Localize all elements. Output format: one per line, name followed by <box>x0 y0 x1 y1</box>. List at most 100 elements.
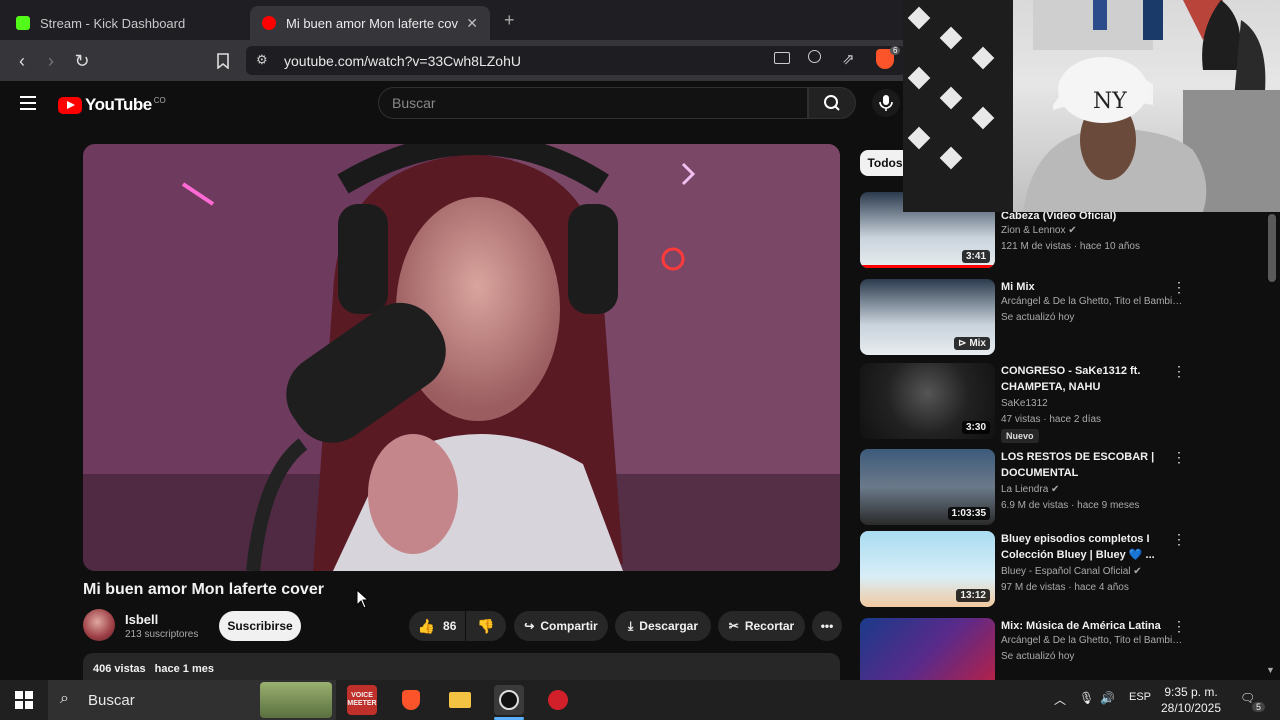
microphone-icon[interactable]: 🎙 <box>1079 691 1094 705</box>
recommendation-channel[interactable]: La Liendra ✔ <box>1001 484 1183 495</box>
windows-start-icon[interactable] <box>15 691 33 709</box>
recommendation-channel[interactable]: Bluey - Español Canal Oficial ✔ <box>1001 566 1183 577</box>
youtube-favicon-icon <box>262 16 276 30</box>
video-thumbnail[interactable]: 13:12 <box>860 531 995 607</box>
webcam-overlay: NY <box>903 0 1280 212</box>
recommendation-channel[interactable]: Arcángel & De la Ghetto, Tito el Bambino… <box>1001 296 1183 307</box>
back-button[interactable]: ‹ <box>9 48 35 74</box>
recommendation-channel[interactable]: Arcángel & De la Ghetto, Tito el Bambino… <box>1001 635 1183 646</box>
search-button[interactable] <box>808 87 856 119</box>
more-vert-icon[interactable]: ⋮ <box>1172 279 1186 296</box>
recommendation-title[interactable]: Mi Mix <box>1001 279 1181 295</box>
voicemeeter-icon[interactable]: VOICE MEETER <box>347 685 377 715</box>
cast-icon[interactable] <box>774 52 790 64</box>
more-vert-icon[interactable]: ⋮ <box>1172 531 1186 548</box>
language-indicator[interactable]: ESP <box>1129 691 1151 703</box>
search-input[interactable]: Buscar <box>378 87 808 119</box>
verified-icon: ✔ <box>1068 225 1077 236</box>
share-button[interactable]: ↪ Compartir <box>514 611 608 641</box>
address-bar[interactable]: ⚙ youtube.com/watch?v=33Cwh8LZohU <box>246 46 906 75</box>
duration-badge: 3:30 <box>961 421 990 434</box>
brave-browser-icon[interactable] <box>396 685 426 715</box>
share-arrow-icon: ↪ <box>524 619 535 633</box>
recommendation-title[interactable]: Bluey episodios completos I Colección Bl… <box>1001 531 1181 563</box>
menu-icon[interactable] <box>20 96 36 110</box>
download-icon: ⤓ <box>627 618 634 633</box>
recommendation-item[interactable]: Mix: Música de América Latina ⋮ Arcángel… <box>860 618 1190 680</box>
more-vert-icon[interactable]: ⋮ <box>1172 363 1186 380</box>
youtube-play-icon <box>58 96 82 114</box>
thumbs-up-icon: 👍 <box>417 617 436 634</box>
channel-avatar[interactable] <box>83 609 115 641</box>
obs-studio-icon[interactable] <box>494 685 524 715</box>
youtube-wordmark: YouTube <box>85 95 152 114</box>
more-actions-button[interactable]: ••• <box>812 611 842 641</box>
recommendation-channel[interactable]: Zion & Lennox ✔ <box>1001 225 1183 236</box>
zoom-icon[interactable] <box>808 50 821 63</box>
scrollbar-thumb[interactable] <box>1268 214 1276 282</box>
site-settings-icon[interactable]: ⚙ <box>256 52 268 68</box>
recommendation-meta: 97 M de vistas · hace 4 años <box>1001 582 1129 593</box>
watch-progress-bar <box>860 265 995 268</box>
webcam-frame: NY <box>903 0 1280 212</box>
volume-icon[interactable]: 🔊 <box>1100 691 1115 705</box>
microphone-icon <box>879 95 893 111</box>
app-red-icon[interactable] <box>543 685 573 715</box>
youtube-logo[interactable]: YouTube CO <box>58 95 166 115</box>
new-tab-button[interactable]: + <box>504 10 515 31</box>
recommendation-title[interactable]: LOS RESTOS DE ESCOBAR | DOCUMENTAL <box>1001 449 1181 481</box>
search-icon <box>824 95 840 111</box>
recommendation-channel[interactable]: SaKe1312 <box>1001 398 1183 409</box>
video-thumbnail[interactable] <box>860 618 995 680</box>
view-count: 406 vistas <box>93 663 146 675</box>
video-frame <box>83 144 840 571</box>
voice-search-button[interactable] <box>872 89 900 117</box>
recommendation-meta: 121 M de vistas · hace 10 años <box>1001 241 1140 252</box>
video-thumbnail[interactable]: 3:30 <box>860 363 995 439</box>
like-button[interactable]: 👍 86 <box>409 611 465 641</box>
subscriber-count: 213 suscriptores <box>125 629 199 640</box>
verified-icon: ✔ <box>1051 484 1060 495</box>
tab-kick-dashboard[interactable]: Stream - Kick Dashboard <box>4 6 248 40</box>
recommendation-title[interactable]: Mix: Música de América Latina <box>1001 618 1181 634</box>
description-box[interactable]: 406 vistas hace 1 mes <box>83 653 840 680</box>
dislike-button[interactable]: 👎 <box>466 611 506 641</box>
show-hidden-icons-icon[interactable]: ︿ <box>1054 691 1066 708</box>
recommendation-meta: Se actualizó hoy <box>1001 312 1075 323</box>
more-horizontal-icon: ••• <box>820 619 834 633</box>
recommendation-item[interactable]: 3:30 CONGRESO - SaKe1312 ft. CHAMPETA, N… <box>860 363 1190 443</box>
video-player[interactable] <box>83 144 840 571</box>
forward-button[interactable]: › <box>38 48 64 74</box>
file-explorer-icon[interactable] <box>445 685 475 715</box>
reload-button[interactable]: ↻ <box>69 48 95 74</box>
video-thumbnail[interactable]: 1:03:35 <box>860 449 995 525</box>
recommendation-item[interactable]: ⊳ Mix Mi Mix ⋮ Arcángel & De la Ghetto, … <box>860 279 1190 355</box>
close-tab-icon[interactable]: ✕ <box>466 15 478 32</box>
video-title: Mi buen amor Mon laferte cover <box>83 581 324 598</box>
share-icon[interactable]: ⇗ <box>842 50 855 68</box>
subscribe-button[interactable]: Suscribirse <box>219 611 301 641</box>
share-label: Compartir <box>540 619 598 633</box>
clock[interactable]: 9:35 p. m. 28/10/2025 <box>1160 684 1222 716</box>
url-text: youtube.com/watch?v=33Cwh8LZohU <box>284 52 521 69</box>
recommendation-meta: 6.9 M de vistas · hace 9 meses <box>1001 500 1140 511</box>
bookmark-icon[interactable] <box>210 48 236 74</box>
notification-count-badge: 5 <box>1252 702 1266 712</box>
more-vert-icon[interactable]: ⋮ <box>1172 618 1186 635</box>
recommendation-item[interactable]: 1:03:35 LOS RESTOS DE ESCOBAR | DOCUMENT… <box>860 449 1190 525</box>
country-code: CO <box>153 95 166 105</box>
recommendation-title[interactable]: CONGRESO - SaKe1312 ft. CHAMPETA, NAHU <box>1001 363 1181 395</box>
more-vert-icon[interactable]: ⋮ <box>1172 449 1186 466</box>
search-highlight-image <box>260 682 332 718</box>
svg-text:NY: NY <box>1093 89 1127 114</box>
tab-youtube-video[interactable]: Mi buen amor Mon lafertе cover ✕ <box>250 6 490 40</box>
taskbar-search-placeholder: Buscar <box>88 691 135 709</box>
scroll-down-icon[interactable]: ▼ <box>1266 665 1275 675</box>
taskbar-search-input[interactable]: ⌕ Buscar <box>48 680 336 720</box>
new-badge: Nuevo <box>1001 429 1039 443</box>
recommendation-item[interactable]: 13:12 Bluey episodios completos I Colecc… <box>860 531 1190 607</box>
channel-name[interactable]: Isbell <box>125 612 158 627</box>
video-thumbnail[interactable]: ⊳ Mix <box>860 279 995 355</box>
download-button[interactable]: ⤓ Descargar <box>615 611 711 641</box>
clip-button[interactable]: ✂ Recortar <box>718 611 805 641</box>
